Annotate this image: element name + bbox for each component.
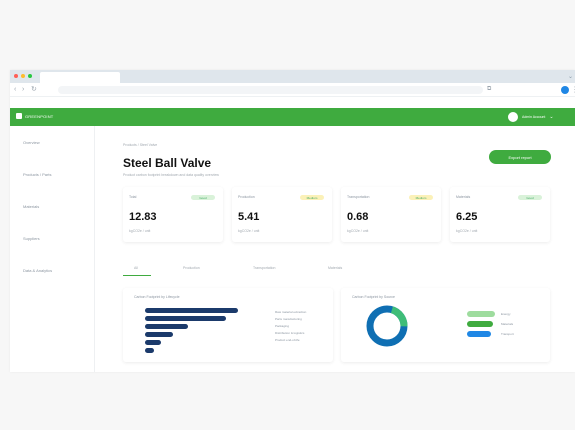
sidebar-item-products[interactable]: Products / Parts	[23, 172, 51, 177]
metric-unit: kgCO2e / unit	[456, 229, 478, 233]
active-tab-indicator	[123, 275, 151, 276]
minimize-window-dot[interactable]	[21, 74, 25, 78]
tab-materials[interactable]: Materials	[328, 266, 342, 270]
lifecycle-bar[interactable]	[145, 308, 238, 313]
reload-icon[interactable]: ↻	[31, 86, 37, 94]
sidebar-item-suppliers[interactable]: Suppliers	[23, 236, 40, 241]
metric-unit: kgCO2e / unit	[347, 229, 369, 233]
metric-card-production[interactable]: Production Medium 5.41 kgCO2e / unit	[232, 187, 332, 242]
tab-list-icon[interactable]: ⌄	[568, 73, 573, 80]
metric-unit: kgCO2e / unit	[238, 229, 260, 233]
source-ring-chart	[366, 305, 408, 347]
screenshot-stage: ⌄ ‹ › ↻ ⧉ ⋮ GREENPOINT Admin Account ⌄ O…	[0, 0, 575, 430]
metric-label: Production	[238, 195, 255, 199]
tab-transportation[interactable]: Transportation	[253, 266, 275, 270]
sidebar-item-materials[interactable]: Materials	[23, 204, 39, 209]
tab-strip: ⌄	[10, 70, 575, 83]
metric-value: 6.25	[456, 211, 478, 223]
panel-title: Carbon Footprint by Source	[352, 295, 395, 299]
metric-card-materials[interactable]: Materials Good 6.25 kgCO2e / unit	[450, 187, 550, 242]
lifecycle-bar[interactable]	[145, 316, 226, 321]
user-menu[interactable]: Admin Account ⌄	[508, 112, 554, 122]
metric-value: 12.83	[129, 211, 157, 223]
logo-icon	[16, 113, 22, 119]
sidebar: Overview Products / Parts Materials Supp…	[10, 126, 95, 372]
tab-production[interactable]: Production	[183, 266, 200, 270]
maximize-window-dot[interactable]	[28, 74, 32, 78]
page-subtitle: Product carbon footprint breakdown and d…	[123, 173, 219, 177]
export-report-button[interactable]: Export report	[489, 150, 551, 164]
status-badge: Medium	[409, 195, 433, 200]
lifecycle-bar[interactable]	[145, 340, 161, 345]
tab-bar: All Production Transportation Materials	[123, 266, 553, 276]
bar-label: Packaging	[275, 324, 290, 328]
address-bar: ‹ › ↻ ⧉ ⋮	[10, 83, 575, 97]
window-controls	[14, 74, 32, 78]
legend-swatch	[467, 331, 491, 337]
metric-card-total[interactable]: Total Good 12.83 kgCO2e / unit	[123, 187, 223, 242]
metric-value: 5.41	[238, 211, 260, 223]
lifecycle-bar[interactable]	[145, 324, 188, 329]
sidebar-item-analytics[interactable]: Data & Analytics	[23, 268, 52, 273]
legend-label: Energy	[501, 312, 511, 316]
legend-swatch	[467, 321, 493, 327]
sidebar-item-overview[interactable]: Overview	[23, 140, 40, 145]
status-badge: Medium	[300, 195, 324, 200]
panel-title: Carbon Footprint by Lifecycle	[134, 295, 180, 299]
bar-label: Distribution & logistics	[275, 331, 305, 335]
brand-logo[interactable]: GREENPOINT	[16, 113, 53, 119]
bar-label: Raw material extraction	[275, 310, 307, 314]
profile-icon[interactable]	[561, 86, 569, 94]
forward-icon[interactable]: ›	[22, 86, 24, 94]
metric-unit: kgCO2e / unit	[129, 229, 151, 233]
bar-label: Parts manufacturing	[275, 317, 302, 321]
metric-card-transportation[interactable]: Transportation Medium 0.68 kgCO2e / unit	[341, 187, 441, 242]
page-title: Steel Ball Valve	[123, 156, 212, 170]
user-name: Admin Account	[522, 115, 546, 119]
metric-value: 0.68	[347, 211, 369, 223]
chevron-down-icon[interactable]: ⌄	[549, 114, 553, 120]
metric-label: Materials	[456, 195, 471, 199]
close-window-dot[interactable]	[14, 74, 18, 78]
url-field[interactable]	[58, 86, 483, 94]
lifecycle-bar[interactable]	[145, 348, 154, 353]
brand-name: GREENPOINT	[25, 113, 54, 119]
app-header: GREENPOINT Admin Account ⌄	[10, 108, 575, 126]
tab-all[interactable]: All	[134, 266, 138, 270]
browser-window: ⌄ ‹ › ↻ ⧉ ⋮ GREENPOINT Admin Account ⌄ O…	[10, 70, 575, 372]
legend-label: Transport	[501, 332, 514, 336]
legend-swatch	[467, 311, 495, 317]
metric-label: Total	[129, 195, 137, 199]
avatar[interactable]	[508, 112, 518, 122]
metric-label: Transportation	[347, 195, 370, 199]
bar-label: Product end-of-life	[275, 338, 300, 342]
browser-tab[interactable]	[40, 72, 120, 83]
lifecycle-panel: Carbon Footprint by Lifecycle Raw materi…	[123, 288, 333, 362]
lifecycle-bar[interactable]	[145, 332, 173, 337]
back-icon[interactable]: ‹	[14, 86, 16, 94]
source-panel: Carbon Footprint by Source Energy Materi…	[341, 288, 550, 362]
status-badge: Good	[518, 195, 542, 200]
status-badge: Good	[191, 195, 215, 200]
puzzle-icon[interactable]: ⧉	[487, 86, 491, 93]
menu-kebab-icon[interactable]: ⋮	[571, 85, 575, 94]
breadcrumb[interactable]: Products / Steel Valve	[123, 143, 157, 147]
legend-label: Materials	[501, 322, 514, 326]
